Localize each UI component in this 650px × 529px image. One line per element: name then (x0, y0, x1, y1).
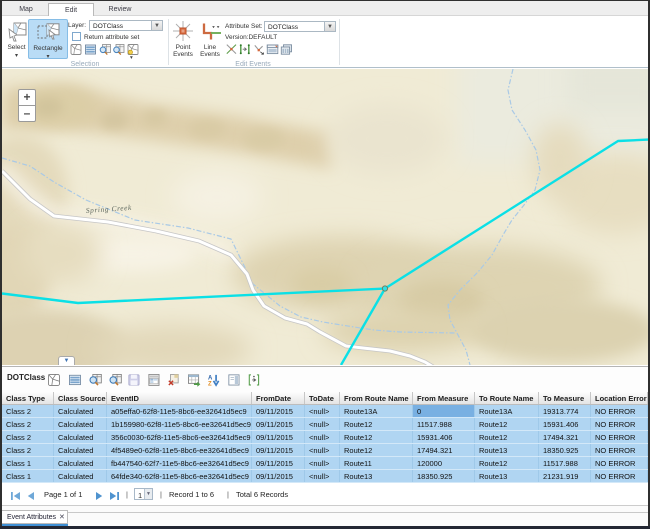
svg-text:A: A (208, 376, 213, 382)
svg-text:Z: Z (208, 381, 212, 387)
